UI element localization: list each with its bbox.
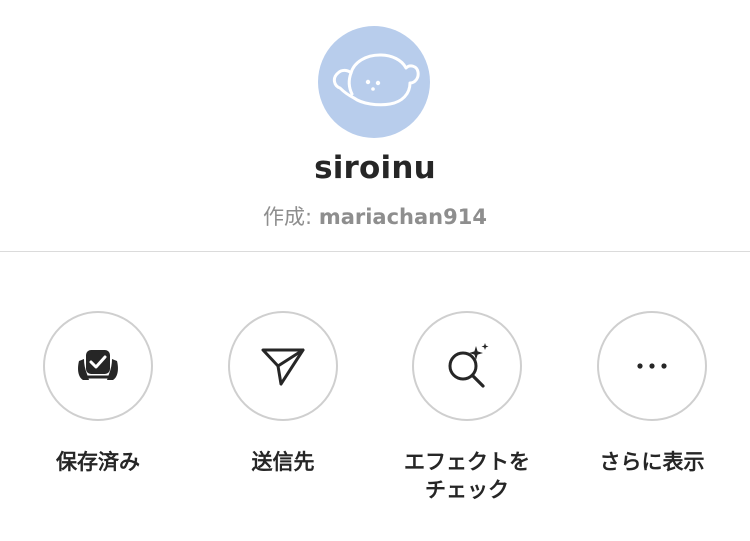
check-effect-button-circle[interactable] bbox=[412, 311, 522, 421]
search-sparkle-icon bbox=[448, 343, 489, 388]
more-dots-icon bbox=[637, 363, 667, 369]
saved-button-circle[interactable] bbox=[43, 311, 153, 421]
effect-avatar[interactable] bbox=[318, 26, 430, 138]
white-dog-icon bbox=[332, 53, 420, 107]
send-to-button-circle[interactable] bbox=[228, 311, 338, 421]
creator-line: 作成: mariachan914 bbox=[0, 201, 750, 231]
effect-header: siroinu 作成: mariachan914 bbox=[0, 0, 750, 252]
check-effect-label: エフェクトを チェック bbox=[404, 450, 530, 502]
check-effect-button[interactable]: エフェクトを チェック bbox=[382, 311, 552, 504]
send-to-button[interactable]: 送信先 bbox=[198, 311, 368, 476]
send-to-label: 送信先 bbox=[251, 450, 315, 474]
action-row: 保存済み 送信先 エフェクトを チェック さらに表示 bbox=[0, 252, 750, 541]
creator-name-link[interactable]: mariachan914 bbox=[319, 205, 487, 229]
saved-button[interactable]: 保存済み bbox=[13, 311, 183, 476]
saved-check-icon bbox=[78, 350, 118, 380]
more-button[interactable]: さらに表示 bbox=[567, 311, 737, 476]
more-button-circle[interactable] bbox=[597, 311, 707, 421]
saved-label: 保存済み bbox=[56, 450, 140, 474]
more-label: さらに表示 bbox=[599, 450, 705, 474]
effect-name: siroinu bbox=[314, 150, 436, 186]
paper-plane-icon bbox=[261, 348, 305, 386]
creator-prefix: 作成: bbox=[263, 205, 319, 229]
